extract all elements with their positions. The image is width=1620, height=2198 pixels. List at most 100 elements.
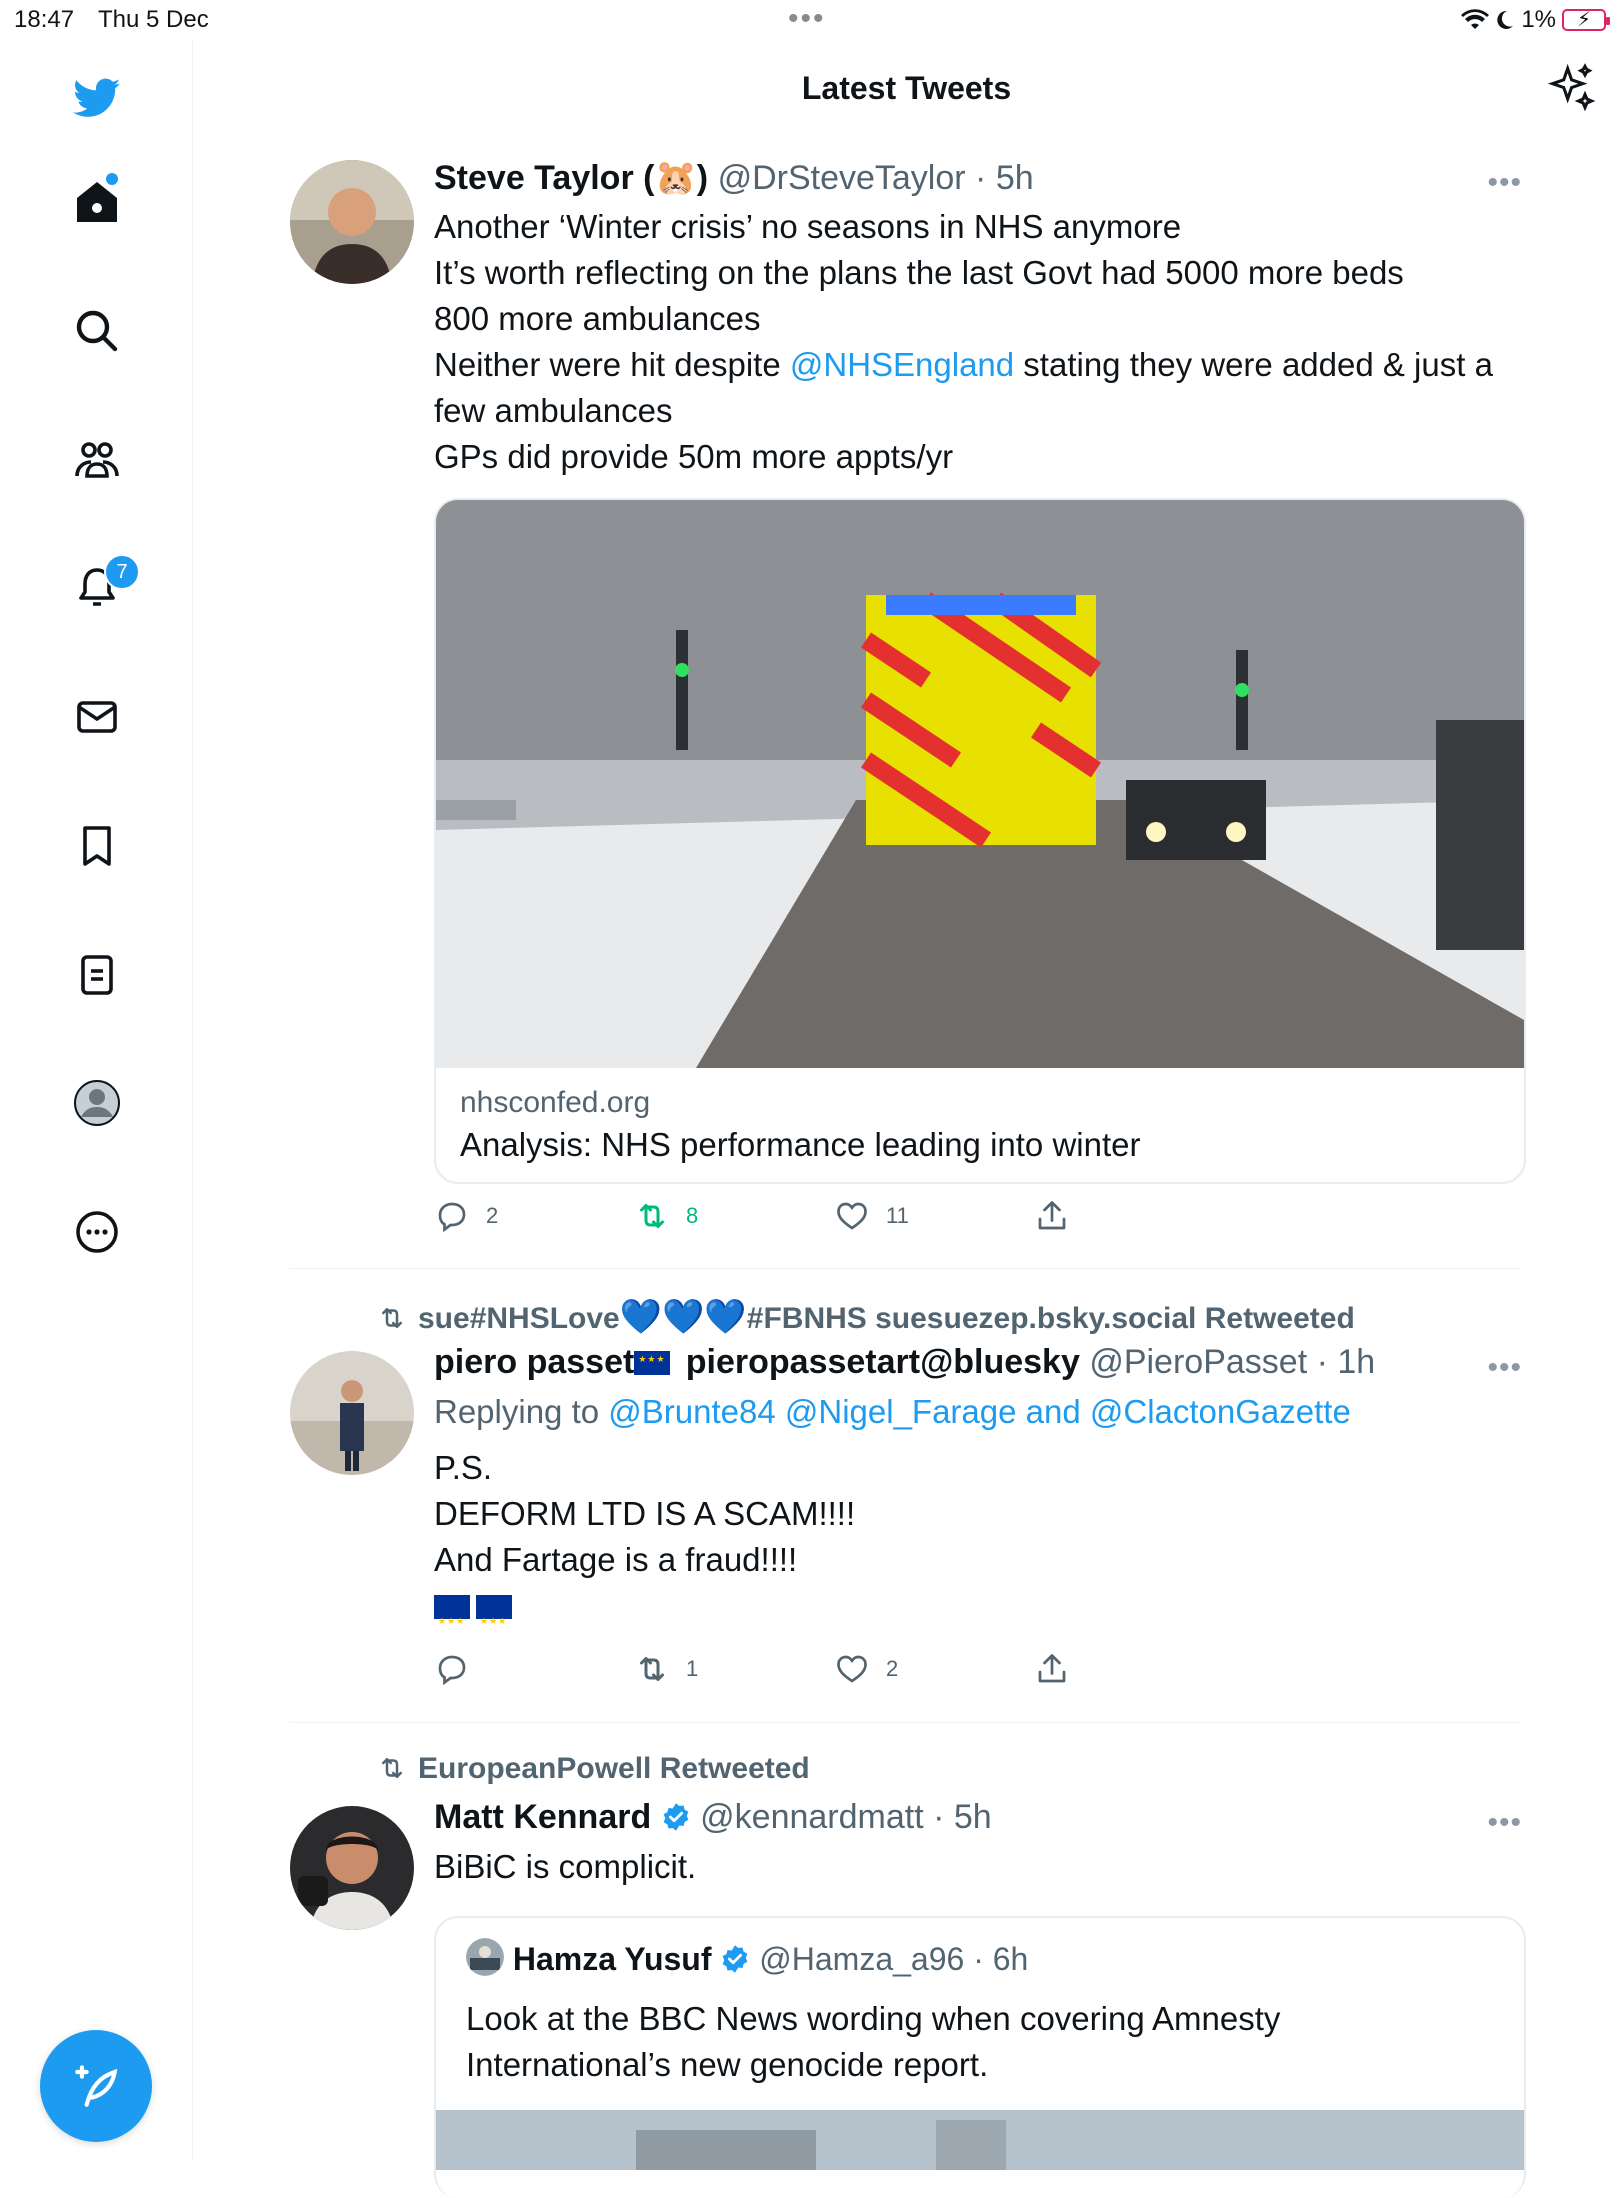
- messages-mail-icon[interactable]: [65, 685, 129, 749]
- compose-tweet-button[interactable]: [40, 2030, 152, 2142]
- retweet-count: 8: [686, 1203, 699, 1228]
- lists-icon[interactable]: [65, 943, 129, 1007]
- tweet-text: Another ‘Winter crisis’ no seasons in NH…: [434, 204, 1522, 480]
- battery-icon: ⚡: [1562, 9, 1610, 31]
- link-card-title: Analysis: NHS performance leading into w…: [460, 1126, 1141, 1163]
- tweet-actions: 2 8 11: [434, 1198, 1234, 1234]
- tweet-timestamp[interactable]: · 5h: [933, 1798, 992, 1836]
- reply-button[interactable]: 2: [434, 1198, 634, 1234]
- wifi-icon: [1461, 9, 1490, 30]
- like-button[interactable]: 2: [834, 1651, 1034, 1687]
- tweet-line: It’s worth reflecting on the plans the l…: [434, 254, 1404, 291]
- verified-badge-icon: [663, 1803, 689, 1831]
- like-count: 2: [886, 1656, 899, 1681]
- reply-count: 2: [486, 1203, 499, 1228]
- tweet-line: Neither were hit despite @NHSEngland sta…: [434, 342, 1522, 388]
- tweet-text: BiBiC is complicit.: [434, 1848, 697, 1885]
- battery-percent: 1%: [1521, 6, 1556, 33]
- retweet-count: 1: [686, 1656, 699, 1681]
- retweeted-by-line[interactable]: sue#NHSLove💙💙💙#FBNHS suesuezep.bsky.soci…: [374, 1297, 1355, 1337]
- author-name[interactable]: piero passet: [434, 1343, 634, 1381]
- blue-heart-icon: 💙💙💙: [619, 1298, 747, 1336]
- tweet-line-text: stating they were added & just a: [1014, 346, 1493, 383]
- tweet-divider: [290, 1722, 1522, 1723]
- heart-icon: [837, 1202, 867, 1230]
- quoted-tweet-header: Hamza Yusuf @Hamza_a96 · 6h: [466, 1938, 1494, 1984]
- tweet-line: P.S.: [434, 1449, 493, 1486]
- reply-button[interactable]: [434, 1651, 634, 1687]
- communities-icon[interactable]: [65, 428, 129, 492]
- replying-mentions[interactable]: @Brunte84 @Nigel_Farage and @ClactonGaze…: [608, 1393, 1351, 1430]
- tweet-line: Another ‘Winter crisis’ no seasons in NH…: [434, 208, 1182, 245]
- multitasking-dots-icon[interactable]: •••: [788, 2, 826, 36]
- feather-plus-icon: [75, 2065, 118, 2107]
- more-options-icon[interactable]: [65, 1200, 129, 1264]
- tweet[interactable]: Steve Taylor (🐹) @DrSteveTaylor · 5h •••…: [290, 158, 1526, 1238]
- eu-flag-icon: [434, 1595, 470, 1644]
- replying-to-prefix: Replying to: [434, 1393, 609, 1430]
- quoted-tweet-image: [436, 2110, 1524, 2170]
- tweet[interactable]: EuropeanPowell Retweeted Matt Kennard @k…: [290, 1750, 1526, 2198]
- author-avatar[interactable]: [290, 1806, 414, 1930]
- home-unread-dot: [106, 173, 118, 185]
- tweet-more-icon[interactable]: •••: [1487, 1351, 1522, 1385]
- tweet-more-icon[interactable]: •••: [1487, 166, 1522, 200]
- author-handle[interactable]: @kennardmatt: [700, 1798, 924, 1836]
- retweeter-name: EuropeanPowell Retweeted: [418, 1752, 810, 1785]
- quoted-tweet[interactable]: Hamza Yusuf @Hamza_a96 · 6h Look at the …: [434, 1916, 1526, 2198]
- author-avatar[interactable]: [290, 160, 414, 284]
- mention-link[interactable]: @NHSEngland: [790, 346, 1014, 383]
- notifications-badge: 7: [104, 554, 140, 590]
- tweet-line: DEFORM LTD IS A SCAM!!!!: [434, 1495, 856, 1532]
- author-handle[interactable]: @DrSteveTaylor: [718, 159, 966, 197]
- eu-flag-icon: [476, 1595, 512, 1644]
- eu-flags-emoji: [434, 1583, 1522, 1644]
- author-name[interactable]: Matt Kennard: [434, 1798, 651, 1836]
- tweet-divider: [290, 1268, 1522, 1269]
- quoted-tweet-timestamp[interactable]: · 6h: [973, 1941, 1028, 1977]
- share-button[interactable]: [1034, 1651, 1234, 1687]
- retweet-button[interactable]: 1: [634, 1651, 834, 1687]
- link-card[interactable]: nhsconfed.org Analysis: NHS performance …: [434, 498, 1526, 1184]
- bookmarks-icon[interactable]: [65, 814, 129, 878]
- author-name-suffix[interactable]: pieropassetart@bluesky: [686, 1343, 1080, 1381]
- quoted-author-name[interactable]: Hamza Yusuf: [513, 1941, 712, 1977]
- author-name[interactable]: Steve Taylor (🐹): [434, 159, 708, 197]
- profile-avatar-icon[interactable]: [65, 1071, 129, 1135]
- retweet-small-icon: [382, 1758, 402, 1778]
- tweet-header: Matt Kennard @kennardmatt · 5h: [434, 1798, 1522, 1844]
- tweet[interactable]: sue#NHSLove💙💙💙#FBNHS suesuezep.bsky.soci…: [290, 1295, 1522, 1695]
- tweet-more-icon[interactable]: •••: [1487, 1806, 1522, 1840]
- search-icon[interactable]: [65, 299, 129, 363]
- quoted-author-handle[interactable]: @Hamza_a96: [759, 1941, 964, 1977]
- eu-flag-icon: [634, 1351, 671, 1375]
- retweet-icon: [640, 1657, 664, 1681]
- tweet-line-text: Neither were hit despite: [434, 346, 790, 383]
- status-date: Thu 5 Dec: [98, 6, 209, 33]
- author-handle[interactable]: @PieroPasset: [1089, 1343, 1307, 1381]
- quoted-author-avatar[interactable]: [466, 1938, 504, 1976]
- sidebar: 7: [0, 40, 193, 2160]
- like-button[interactable]: 11: [834, 1198, 1034, 1234]
- reply-icon: [438, 1655, 466, 1686]
- home-icon[interactable]: [65, 170, 129, 234]
- author-avatar[interactable]: [290, 1351, 414, 1475]
- page-title: Latest Tweets: [801, 70, 1012, 106]
- moon-icon: [1497, 10, 1514, 29]
- link-card-image: [436, 500, 1524, 1068]
- tweet-text: P.S. DEFORM LTD IS A SCAM!!!! And Fartag…: [434, 1445, 1522, 1644]
- twitter-logo-icon[interactable]: [65, 66, 129, 130]
- tweet-timestamp[interactable]: · 5h: [975, 159, 1034, 197]
- retweet-button[interactable]: 8: [634, 1198, 834, 1234]
- tweet-timestamp[interactable]: · 1h: [1317, 1343, 1376, 1381]
- sparkle-timeline-icon[interactable]: [1546, 62, 1598, 114]
- retweet-small-icon: [382, 1308, 402, 1328]
- retweeted-by-line[interactable]: EuropeanPowell Retweeted: [374, 1752, 810, 1786]
- share-icon: [1038, 1654, 1066, 1683]
- tweet-line: And Fartage is a fraud!!!!: [434, 1541, 798, 1578]
- heart-icon: [837, 1655, 867, 1683]
- quoted-tweet-line: International’s new genocide report.: [466, 2046, 989, 2083]
- share-button[interactable]: [1034, 1198, 1234, 1234]
- replying-to: Replying to @Brunte84 @Nigel_Farage and …: [434, 1389, 1522, 1435]
- timeline-header: Latest Tweets: [193, 40, 1620, 140]
